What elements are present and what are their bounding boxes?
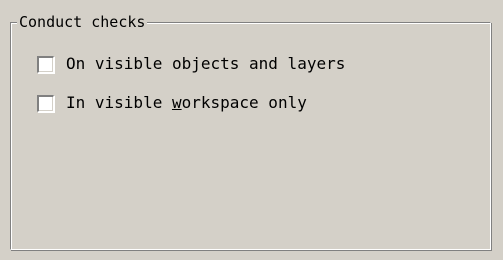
accelerator-key: w bbox=[171, 93, 182, 112]
group-title: Conduct checks bbox=[17, 12, 148, 32]
label-part-after: orkspace only bbox=[181, 93, 307, 112]
visible-objects-layers-label[interactable]: On visible objects and layers bbox=[66, 53, 345, 75]
visible-workspace-only-checkbox[interactable] bbox=[37, 94, 54, 112]
visible-objects-layers-checkbox[interactable] bbox=[37, 55, 54, 73]
label-part-before: In visible bbox=[66, 93, 172, 112]
visible-objects-layers-option[interactable]: On visible objects and layers bbox=[37, 53, 345, 75]
visible-workspace-only-option[interactable]: In visible workspace only bbox=[37, 92, 307, 114]
visible-workspace-only-label[interactable]: In visible workspace only bbox=[66, 92, 307, 114]
